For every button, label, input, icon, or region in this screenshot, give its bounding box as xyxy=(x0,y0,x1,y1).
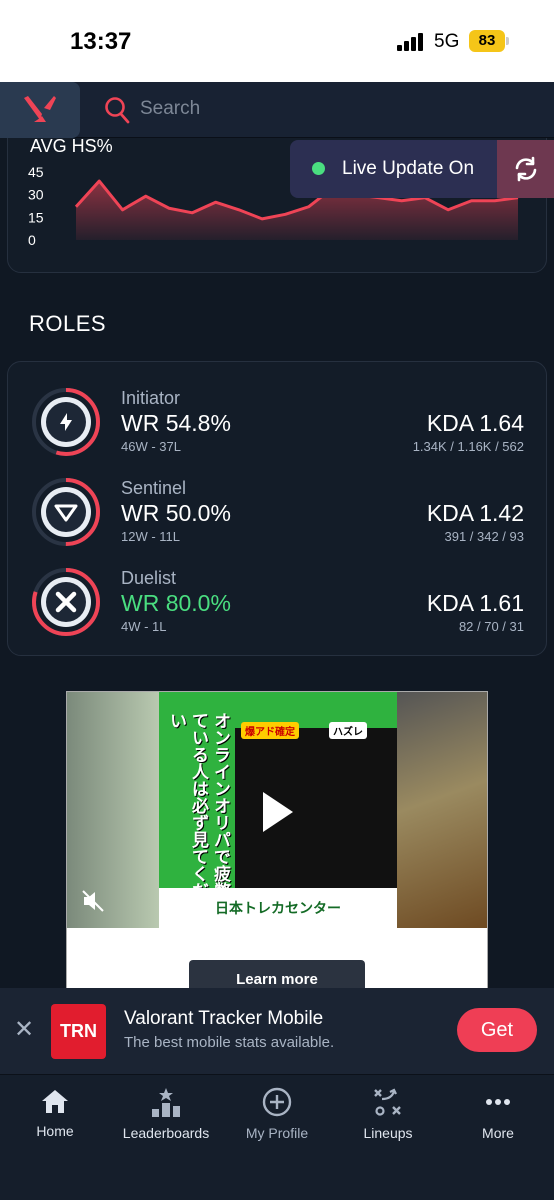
y-tick-label: 0 xyxy=(28,232,36,248)
role-kda-detail: 391 / 342 / 93 xyxy=(444,529,524,544)
signal-icon xyxy=(397,33,427,51)
role-winrate: WR 54.8% xyxy=(121,410,231,436)
live-update-label: Live Update On xyxy=(342,158,475,179)
more-icon xyxy=(486,1099,510,1105)
close-icon[interactable]: ✕ xyxy=(14,1018,34,1042)
network-type: 5G xyxy=(434,31,460,52)
role-win-loss: 46W - 37L xyxy=(121,439,181,454)
role-name: Sentinel xyxy=(121,478,187,498)
ad-label-right: ハズレ xyxy=(329,722,367,739)
nav-item-home[interactable]: Home xyxy=(0,1087,110,1139)
status-time: 13:37 xyxy=(70,28,132,55)
mute-icon[interactable] xyxy=(81,888,107,914)
role-win-loss: 4W - 1L xyxy=(121,619,167,634)
role-kda-detail: 82 / 70 / 31 xyxy=(458,619,524,634)
hs-chart-title: AVG HS% xyxy=(30,136,113,156)
refresh-icon xyxy=(515,156,537,182)
live-update-toggle[interactable]: Live Update On xyxy=(290,140,554,198)
leaderboards-icon xyxy=(152,1088,180,1117)
ad-video[interactable]: オンラインオリパで疲弊している人は必ず見てください 爆アド確定 ハズレ 日本トレ… xyxy=(67,692,487,928)
nav-label: More xyxy=(482,1125,514,1141)
trn-logo: TRN xyxy=(51,1004,106,1059)
roles-card: Initiator WR 54.8% 46W - 37L KDA 1.64 1.… xyxy=(7,361,547,656)
role-kda: KDA 1.42 xyxy=(426,500,524,526)
app-header xyxy=(0,82,554,138)
role-kda-detail: 1.34K / 1.16K / 562 xyxy=(412,439,524,454)
y-tick-label: 15 xyxy=(28,209,44,225)
lineups-icon xyxy=(374,1088,401,1116)
ad-image-panel xyxy=(235,728,397,888)
role-row-duelist[interactable]: Duelist WR 80.0% 4W - 1L KDA 1.61 82 / 7… xyxy=(8,566,548,646)
valorant-logo-icon xyxy=(24,96,56,122)
role-win-loss: 12W - 11L xyxy=(121,529,181,544)
live-status-dot xyxy=(312,162,325,175)
play-icon[interactable] xyxy=(263,792,293,832)
roles-heading: ROLES xyxy=(29,311,107,336)
status-bar: 13:37 5G 83 xyxy=(0,0,554,82)
nav-label: Leaderboards xyxy=(122,1125,210,1141)
initiator-icon xyxy=(32,388,100,456)
nav-item-leaderboards[interactable]: Leaderboards xyxy=(111,1087,221,1141)
promo-subtitle: The best mobile stats available. xyxy=(124,1034,335,1051)
sentinel-icon xyxy=(32,478,100,546)
ad-blurred-edge-right xyxy=(397,692,487,928)
battery-tip xyxy=(506,37,509,45)
y-tick-label: 45 xyxy=(28,164,44,180)
home-icon xyxy=(42,1090,68,1113)
ad-banner: 日本トレカセンター xyxy=(159,888,397,928)
role-row-sentinel[interactable]: Sentinel WR 50.0% 12W - 11L KDA 1.42 391… xyxy=(8,476,548,556)
add-circle-icon xyxy=(262,1087,292,1117)
battery-icon: 83 xyxy=(469,30,505,52)
nav-label: Lineups xyxy=(363,1125,413,1141)
role-winrate: WR 80.0% xyxy=(121,590,231,616)
nav-item-my-profile[interactable]: My Profile xyxy=(222,1087,332,1141)
duelist-icon xyxy=(32,568,100,636)
nav-item-more[interactable]: More xyxy=(443,1087,553,1141)
role-kda: KDA 1.64 xyxy=(426,410,524,436)
valorant-logo-button[interactable] xyxy=(0,82,80,138)
role-name: Initiator xyxy=(121,388,181,408)
role-winrate: WR 50.0% xyxy=(121,500,231,526)
search-icon xyxy=(105,97,130,124)
ad-label-left: 爆アド確定 xyxy=(241,722,299,739)
get-button[interactable]: Get xyxy=(457,1008,537,1052)
role-kda: KDA 1.61 xyxy=(426,590,524,616)
nav-label: My Profile xyxy=(245,1125,309,1141)
role-row-initiator[interactable]: Initiator WR 54.8% 46W - 37L KDA 1.64 1.… xyxy=(8,386,548,466)
role-name: Duelist xyxy=(121,568,177,588)
video-ad[interactable]: オンラインオリパで疲弊している人は必ず見てください 爆アド確定 ハズレ 日本トレ… xyxy=(66,691,488,996)
app-promo-banner: ✕ TRN Valorant Tracker Mobile The best m… xyxy=(0,988,554,1074)
nav-label: Home xyxy=(36,1123,74,1139)
promo-title: Valorant Tracker Mobile xyxy=(124,1008,324,1029)
search-input[interactable] xyxy=(140,94,440,124)
y-tick-label: 30 xyxy=(28,187,44,203)
bottom-nav: Home Leaderboards My Profile Lineups Mor… xyxy=(0,1074,554,1200)
refresh-button[interactable] xyxy=(497,140,554,198)
nav-item-lineups[interactable]: Lineups xyxy=(333,1087,443,1141)
